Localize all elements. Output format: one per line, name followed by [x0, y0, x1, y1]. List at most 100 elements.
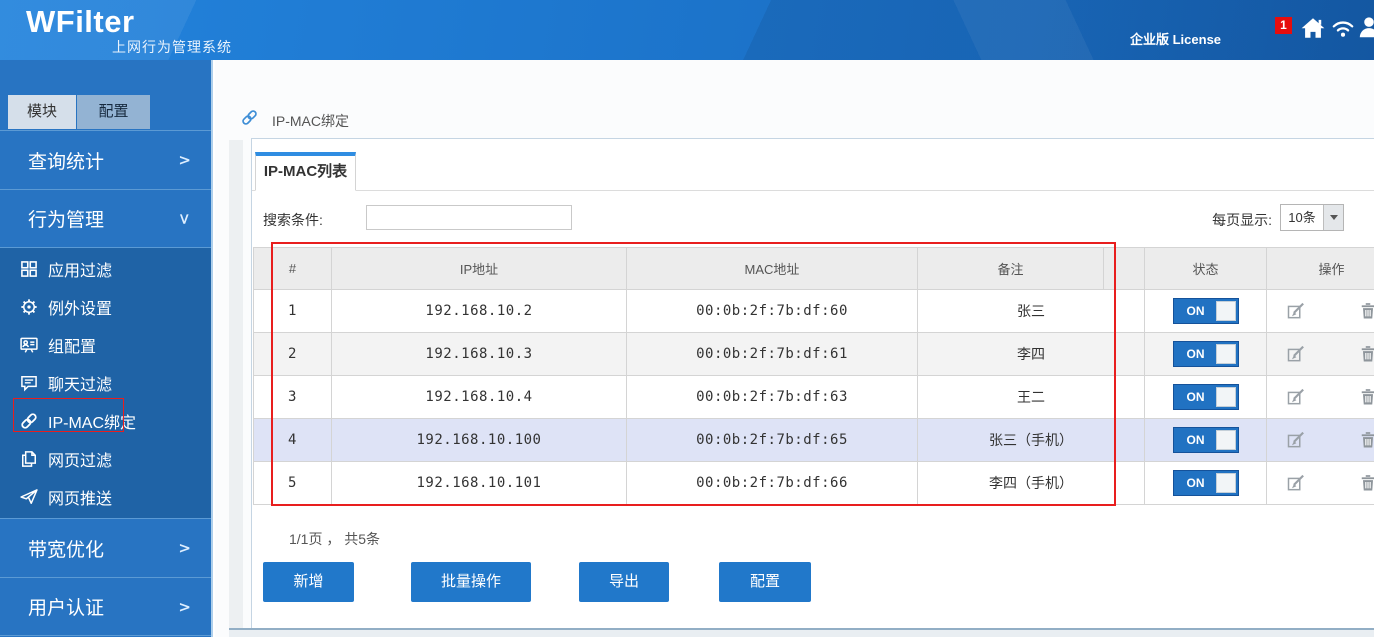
operations-cell: [1266, 418, 1374, 462]
tab-divider: [252, 190, 1374, 191]
col-header-status: 状态: [1144, 247, 1267, 290]
sidebar-section-query-stats[interactable]: 查询统计 >: [0, 130, 211, 189]
delete-icon[interactable]: [1358, 387, 1374, 407]
col-header-index: #: [253, 247, 332, 290]
status-toggle[interactable]: ON: [1172, 341, 1239, 367]
sidebar-section-label: 查询统计: [28, 151, 105, 173]
edit-icon[interactable]: [1286, 387, 1306, 407]
search-input[interactable]: [366, 205, 572, 230]
home-icon[interactable]: [1300, 15, 1326, 41]
batch-ops-button[interactable]: 批量操作: [411, 562, 531, 602]
link-icon: [240, 108, 259, 127]
edit-icon[interactable]: [1286, 473, 1306, 493]
col-header-mac: MAC地址: [626, 247, 918, 290]
row-index-cell: 4: [253, 418, 332, 462]
ip-address-cell: 192.168.10.100: [331, 418, 627, 462]
delete-icon[interactable]: [1358, 301, 1374, 321]
sidebar-section-user-auth[interactable]: 用户认证 >: [0, 577, 211, 636]
edit-icon[interactable]: [1286, 301, 1306, 321]
table-row: 1 192.168.10.2 00:0b:2f:7b:df:60 张三 ON: [253, 289, 1374, 333]
col-header-remark: 备注: [917, 247, 1104, 290]
sidebar-section-behavior-mgmt[interactable]: 行为管理 >: [0, 189, 211, 247]
chevron-right-icon: >: [178, 151, 191, 169]
chat-icon: [19, 373, 39, 393]
sidebar-item-webpage-push[interactable]: 网页推送: [0, 478, 211, 516]
add-button[interactable]: 新增: [263, 562, 354, 602]
pagination-info: 1/1页 ， 共5条: [289, 531, 381, 547]
wfilter-app: WFilter 上网行为管理系统 企业版 License 1 模块 配置 查询统…: [0, 0, 1374, 637]
sidebar-section-label: 用户认证: [28, 598, 105, 619]
toggle-on-label: ON: [1186, 476, 1205, 490]
edit-icon[interactable]: [1286, 430, 1306, 450]
row-index-cell: 1: [253, 289, 332, 333]
license-label: 企业版 License: [1130, 32, 1222, 47]
sidebar-item-webpage-filter[interactable]: 网页过滤: [0, 440, 211, 478]
chevron-right-icon: >: [178, 597, 191, 616]
remark-cell: 张三: [917, 289, 1145, 333]
sidebar-item-exception-settings[interactable]: 例外设置: [0, 288, 211, 326]
operations-cell: [1266, 375, 1374, 419]
top-header: WFilter 上网行为管理系统 企业版 License 1: [0, 0, 1374, 60]
delete-icon[interactable]: [1358, 473, 1374, 493]
sidebar-item-label: 组配置: [48, 339, 97, 356]
gear-icon: [19, 297, 39, 317]
table-header-row: # IP地址 MAC地址 备注 状态 操作: [253, 247, 1374, 290]
webpage-push-icon: [19, 487, 39, 507]
sidebar-section-label: 行为管理: [28, 210, 105, 231]
toggle-knob[interactable]: [1215, 430, 1236, 450]
sidebar-section-bandwidth[interactable]: 带宽优化 >: [0, 518, 211, 577]
sidebar-section-label: 带宽优化: [28, 539, 105, 561]
chevron-down-icon[interactable]: [1323, 205, 1343, 230]
sidebar-submenu: 应用过滤 例外设置 组配置 聊天过滤 IP-MAC绑定 网页过滤 网页推送: [0, 247, 211, 518]
table-row: 2 192.168.10.3 00:0b:2f:7b:df:61 李四 ON: [253, 332, 1374, 376]
footer-strip: [229, 628, 1374, 637]
app-logo: WFilter: [26, 4, 135, 39]
toggle-on-label: ON: [1186, 304, 1205, 318]
col-header-ops: 操作: [1266, 247, 1374, 290]
table-row: 5 192.168.10.101 00:0b:2f:7b:df:66 李四（手机） ON: [253, 461, 1374, 505]
edit-icon[interactable]: [1286, 344, 1306, 364]
notification-badge[interactable]: 1: [1275, 17, 1292, 34]
toggle-on-label: ON: [1186, 433, 1205, 447]
toggle-knob[interactable]: [1215, 473, 1236, 493]
delete-icon[interactable]: [1358, 344, 1374, 364]
toggle-knob[interactable]: [1215, 301, 1236, 321]
ipmac-table-body: 1 192.168.10.2 00:0b:2f:7b:df:60 张三 ON 2 192.1…: [253, 289, 1374, 505]
sidebar-item-chat-filter[interactable]: 聊天过滤: [0, 364, 211, 402]
status-cell: ON: [1144, 289, 1267, 333]
wifi-icon[interactable]: [1330, 15, 1356, 41]
sidebar-item-ipmac-binding[interactable]: IP-MAC绑定: [0, 402, 211, 440]
toggle-on-label: ON: [1186, 347, 1205, 361]
sidebar-item-app-filter[interactable]: 应用过滤: [0, 250, 211, 288]
user-icon[interactable]: [1356, 14, 1374, 40]
sidebar-item-label: 例外设置: [48, 301, 113, 318]
per-page-value: 10条: [1288, 210, 1316, 225]
status-toggle[interactable]: ON: [1172, 427, 1239, 453]
sidebar-item-label: IP-MAC绑定: [48, 415, 137, 432]
export-button[interactable]: 导出: [579, 562, 669, 602]
sidebar-item-label: 网页推送: [48, 491, 113, 508]
content-gutter: [229, 140, 243, 628]
sidebar-tab-modules[interactable]: 模块: [8, 95, 76, 129]
delete-icon[interactable]: [1358, 430, 1374, 450]
col-header-ip: IP地址: [331, 247, 627, 290]
toggle-knob[interactable]: [1215, 387, 1236, 407]
sidebar-tab-config[interactable]: 配置: [77, 95, 150, 129]
operations-cell: [1266, 289, 1374, 333]
status-toggle[interactable]: ON: [1172, 298, 1239, 324]
toggle-on-label: ON: [1186, 390, 1205, 404]
mac-address-cell: 00:0b:2f:7b:df:65: [626, 418, 918, 462]
status-toggle[interactable]: ON: [1172, 470, 1239, 496]
sidebar-item-label: 网页过滤: [48, 453, 113, 470]
sidebar-item-group-config[interactable]: 组配置: [0, 326, 211, 364]
toggle-knob[interactable]: [1215, 344, 1236, 364]
remark-cell: 李四: [917, 332, 1145, 376]
config-button[interactable]: 配置: [719, 562, 811, 602]
operations-cell: [1266, 461, 1374, 505]
sidebar-item-label: 应用过滤: [48, 263, 113, 280]
status-toggle[interactable]: ON: [1172, 384, 1239, 410]
app-logo-subtitle: 上网行为管理系统: [112, 39, 232, 55]
tab-ipmac-list[interactable]: IP-MAC列表: [255, 152, 356, 191]
per-page-select[interactable]: 10条: [1280, 204, 1344, 231]
per-page-label: 每页显示:: [1212, 212, 1272, 228]
